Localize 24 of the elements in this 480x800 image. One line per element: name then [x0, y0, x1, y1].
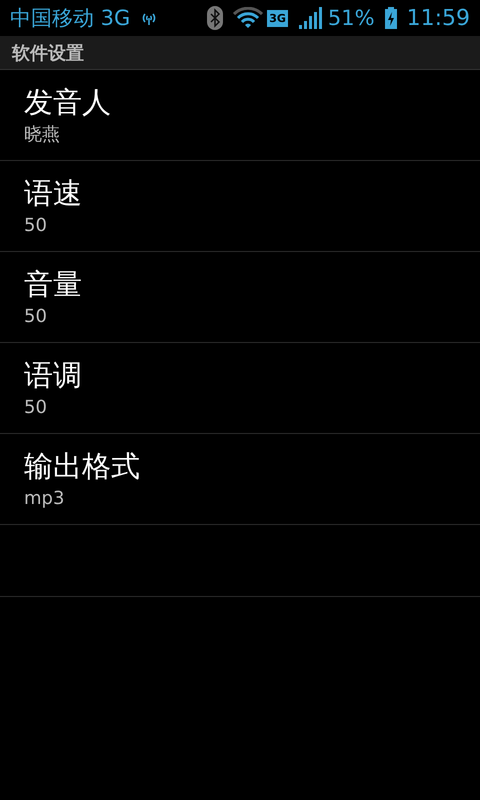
battery-charging-icon — [384, 7, 397, 29]
setting-title: 语速 — [24, 175, 82, 212]
setting-title: 输出格式 — [24, 448, 140, 485]
wifi-icon — [233, 7, 264, 29]
section-title: 软件设置 — [12, 42, 84, 64]
clock-time: 11:59 — [406, 6, 470, 30]
setting-value: 晓燕 — [24, 123, 60, 147]
settings-item[interactable]: 发音人 晓燕 — [0, 70, 480, 161]
cellular-signal-icon — [298, 7, 322, 29]
setting-title: 发音人 — [24, 84, 111, 121]
carrier-name: 中国移动 3G — [10, 5, 130, 32]
network-type-badge: 3G — [267, 10, 288, 26]
setting-title: 音量 — [24, 266, 82, 303]
setting-value: 50 — [24, 305, 47, 329]
bluetooth-icon — [207, 6, 224, 30]
settings-item[interactable]: 音量 50 — [0, 252, 480, 343]
settings-item[interactable]: 语速 50 — [0, 161, 480, 252]
setting-value: mp3 — [24, 487, 64, 511]
setting-value: 50 — [24, 396, 47, 420]
settings-item[interactable]: 语调 50 — [0, 343, 480, 434]
setting-value: 50 — [24, 214, 47, 238]
setting-title: 语调 — [24, 357, 82, 394]
battery-percentage: 51% — [328, 6, 375, 30]
settings-item[interactable]: 输出格式 mp3 — [0, 434, 480, 525]
